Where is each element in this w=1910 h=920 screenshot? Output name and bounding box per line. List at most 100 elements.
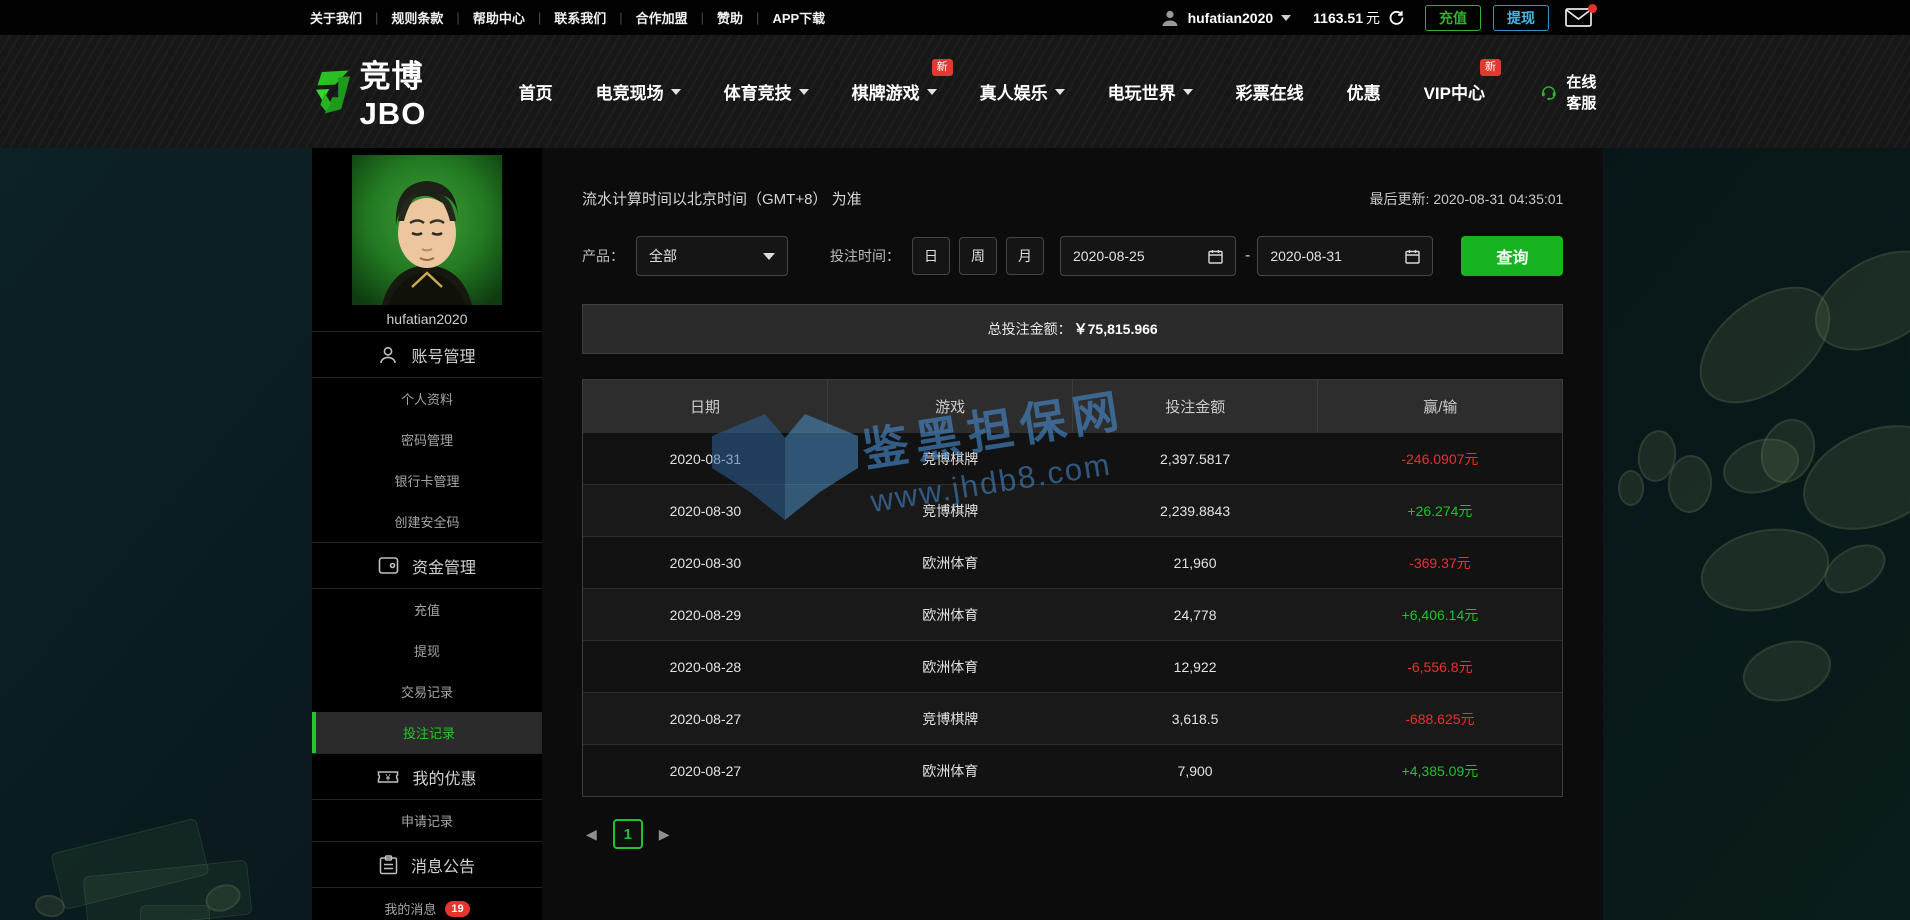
jbo-logo[interactable]: 竞博JBO: [310, 51, 457, 132]
col-game: 游戏: [828, 380, 1073, 432]
balance-value: 1163.51: [1313, 10, 1363, 26]
period-month-button[interactable]: 月: [1006, 237, 1044, 275]
product-label: 产品：: [582, 246, 624, 266]
winloss-value: -369.37元: [1317, 537, 1562, 588]
topbar: 关于我们| 规则条款| 帮助中心| 联系我们| 合作加盟| 赞助| APP下载 …: [0, 0, 1910, 35]
messages-mail-icon[interactable]: [1565, 8, 1592, 27]
svg-text:¥: ¥: [385, 772, 392, 782]
sidebar-item-my-messages[interactable]: 我的消息 19: [312, 888, 542, 920]
date-from-input[interactable]: 2020-08-25: [1060, 236, 1236, 276]
new-badge: 新: [932, 59, 953, 76]
sidebar-item-bet-records[interactable]: 投注记录: [312, 712, 542, 753]
topbar-links: 关于我们| 规则条款| 帮助中心| 联系我们| 合作加盟| 赞助| APP下载: [310, 8, 825, 27]
sidebar-section-funds[interactable]: 资金管理: [312, 543, 542, 589]
table-body: 2020-08-31 竞博棋牌 2,397.5817 -246.0907元 20…: [583, 432, 1562, 796]
date-to-input[interactable]: 2020-08-31: [1257, 236, 1433, 276]
winloss-value: +26.274元: [1317, 485, 1562, 536]
sidebar-item-withdraw[interactable]: 提现: [312, 630, 542, 671]
bet-time-label: 投注时间：: [830, 246, 900, 266]
chevron-down-icon: [799, 89, 809, 95]
user-menu-caret-icon[interactable]: [1281, 15, 1291, 21]
message-count-badge: 19: [445, 901, 469, 917]
balance-currency: 元: [1366, 8, 1380, 28]
sidebar-username: hufatian2020: [387, 311, 468, 327]
page-number[interactable]: 1: [613, 819, 643, 849]
top-link-partner[interactable]: 合作加盟: [636, 8, 688, 27]
winloss-value: -6,556.8元: [1317, 641, 1562, 692]
pagination: ◀ 1 ▶: [582, 819, 1563, 849]
calendar-icon: [1208, 249, 1223, 264]
headset-icon: [1540, 80, 1557, 104]
search-button[interactable]: 查询: [1461, 236, 1563, 276]
top-link-help[interactable]: 帮助中心: [473, 8, 525, 27]
bet-records-content: 流水计算时间以北京时间（GMT+8） 为准 最后更新: 2020-08-31 0…: [542, 148, 1603, 920]
top-link-sponsor[interactable]: 赞助: [717, 8, 743, 27]
nav-item-vip[interactable]: VIP中心新: [1424, 79, 1485, 104]
last-update: 最后更新: 2020-08-31 04:35:01: [1370, 189, 1564, 209]
top-link-rules[interactable]: 规则条款: [391, 8, 443, 27]
sidebar-group-promos: 申请记录: [312, 800, 542, 842]
date-to-value: 2020-08-31: [1270, 248, 1342, 264]
nav-item-live-casino[interactable]: 真人娱乐: [980, 79, 1065, 104]
profile-block: hufatian2020: [312, 148, 542, 332]
total-bet-bar: 总投注金额： ￥75,815.966: [582, 304, 1563, 354]
nav-item-home[interactable]: 首页: [519, 79, 553, 104]
nav-item-lottery[interactable]: 彩票在线: [1236, 79, 1304, 104]
total-bet-label: 总投注金额：: [988, 319, 1072, 339]
winloss-value: +4,385.09元: [1317, 745, 1562, 796]
top-link-about[interactable]: 关于我们: [310, 8, 362, 27]
refresh-balance-icon[interactable]: [1388, 9, 1405, 26]
next-page-arrow-icon[interactable]: ▶: [655, 822, 674, 847]
nav-item-sports[interactable]: 体育竞技: [724, 79, 809, 104]
table-row: 2020-08-27 欧洲体育 7,900 +4,385.09元: [583, 744, 1562, 796]
withdraw-button[interactable]: 提现: [1493, 5, 1549, 31]
sidebar-item-profile[interactable]: 个人资料: [312, 378, 542, 419]
avatar: [352, 155, 502, 305]
nav-item-cards[interactable]: 棋牌游戏新: [852, 79, 937, 104]
user-icon: [378, 345, 398, 365]
topbar-username[interactable]: hufatian2020: [1188, 10, 1274, 26]
mail-notification-dot: [1588, 4, 1597, 13]
notice-icon: [379, 855, 398, 875]
col-date: 日期: [583, 380, 828, 432]
sidebar-item-apply-records[interactable]: 申请记录: [312, 800, 542, 841]
sidebar-item-deposit[interactable]: 充值: [312, 589, 542, 630]
top-link-app[interactable]: APP下载: [772, 8, 825, 27]
top-link-contact[interactable]: 联系我们: [554, 8, 606, 27]
date-range-separator: -: [1245, 247, 1250, 265]
col-winloss: 赢/输: [1318, 380, 1562, 432]
col-amount: 投注金额: [1073, 380, 1318, 432]
nav-item-promotions[interactable]: 优惠: [1347, 79, 1381, 104]
bet-records-table: 日期 游戏 投注金额 赢/输 2020-08-31 竞博棋牌 2,397.581…: [582, 379, 1563, 797]
product-select[interactable]: 全部: [636, 236, 788, 276]
sidebar-item-transactions[interactable]: 交易记录: [312, 671, 542, 712]
sidebar-group-messages: 我的消息 19: [312, 888, 542, 920]
chevron-down-icon: [1055, 89, 1065, 95]
prev-page-arrow-icon[interactable]: ◀: [582, 822, 601, 847]
deposit-button[interactable]: 充值: [1425, 5, 1481, 31]
online-service-label: 在线客服: [1566, 71, 1610, 113]
period-day-button[interactable]: 日: [912, 237, 950, 275]
chevron-down-icon: [1183, 89, 1193, 95]
sidebar-item-security-code[interactable]: 创建安全码: [312, 501, 542, 542]
table-row: 2020-08-31 竞博棋牌 2,397.5817 -246.0907元: [583, 432, 1562, 484]
jbo-logo-icon: [310, 63, 352, 121]
sidebar-item-password[interactable]: 密码管理: [312, 419, 542, 460]
table-row: 2020-08-28 欧洲体育 12,922 -6,556.8元: [583, 640, 1562, 692]
chevron-down-icon: [763, 253, 775, 260]
coupon-icon: ¥: [377, 768, 399, 786]
table-row: 2020-08-30 竞博棋牌 2,239.8843 +26.274元: [583, 484, 1562, 536]
period-week-button[interactable]: 周: [959, 237, 997, 275]
sidebar-item-bankcard[interactable]: 银行卡管理: [312, 460, 542, 501]
table-row: 2020-08-27 竞博棋牌 3,618.5 -688.625元: [583, 692, 1562, 744]
nav-item-esports-live[interactable]: 电竞现场: [596, 79, 681, 104]
sidebar-section-promos[interactable]: ¥ 我的优惠: [312, 754, 542, 800]
chevron-down-icon: [927, 89, 937, 95]
total-bet-value: ￥75,815.966: [1074, 319, 1158, 339]
sidebar-group-account: 个人资料 密码管理 银行卡管理 创建安全码: [312, 378, 542, 543]
table-row: 2020-08-29 欧洲体育 24,778 +6,406.14元: [583, 588, 1562, 640]
sidebar-section-messages[interactable]: 消息公告: [312, 842, 542, 888]
sidebar-section-account[interactable]: 账号管理: [312, 332, 542, 378]
nav-item-arcade[interactable]: 电玩世界: [1108, 79, 1193, 104]
online-service[interactable]: 在线客服: [1540, 71, 1610, 113]
